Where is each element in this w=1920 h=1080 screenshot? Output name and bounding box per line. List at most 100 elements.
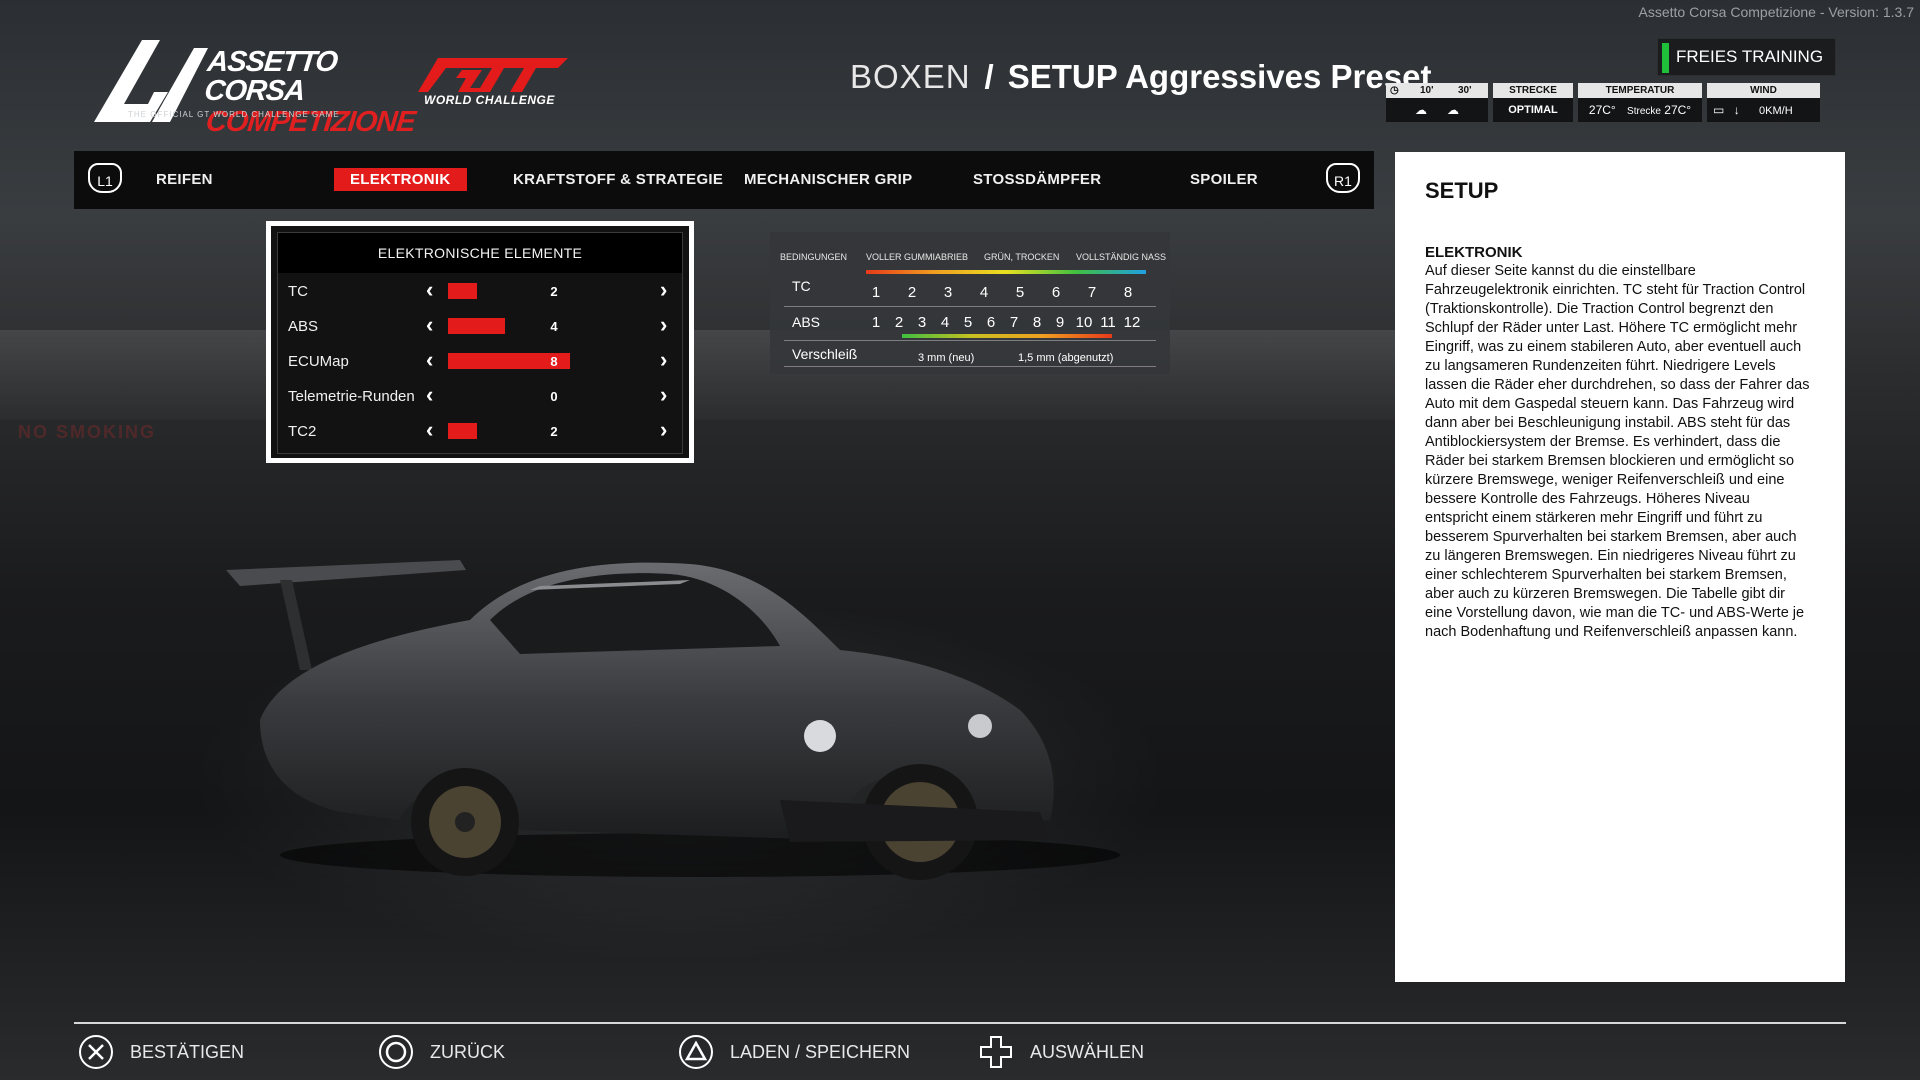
tc-label: TC (792, 278, 811, 294)
increase-chevron-icon[interactable]: › (660, 417, 667, 443)
back-label: ZURÜCK (430, 1042, 505, 1062)
forecast-30: 30' (1458, 85, 1472, 96)
decrease-chevron-icon[interactable]: ‹ (426, 382, 433, 408)
value-bar (448, 388, 598, 404)
tc-value: 2 (907, 284, 917, 301)
forecast-10: 10' (1420, 85, 1434, 96)
setting-label: Telemetrie-Runden (288, 388, 415, 405)
tc-value: 1 (871, 284, 881, 301)
abs-condition-gradient (902, 334, 1112, 338)
track-temperature: 27C° (1664, 103, 1692, 117)
footer-divider (74, 1022, 1846, 1024)
tc-abs-reference-table: BEDINGUNGEN VOLLER GUMMIABRIEB GRÜN, TRO… (770, 232, 1170, 374)
tc-condition-gradient (866, 270, 1146, 274)
abs-value: 6 (986, 314, 996, 331)
car-preview (226, 560, 1120, 880)
decrease-chevron-icon[interactable]: ‹ (426, 347, 433, 373)
increase-chevron-icon[interactable]: › (660, 382, 667, 408)
weather-widget: ◷ 10' 30' ☁ ☁ STRECKE OPTIMAL TEMPERATUR … (1386, 83, 1820, 123)
track-cell: STRECKE OPTIMAL (1493, 83, 1573, 123)
decrease-chevron-icon[interactable]: ‹ (426, 417, 433, 443)
l1-button[interactable]: L1 (88, 163, 122, 193)
breadcrumb-section: BOXEN (850, 58, 971, 95)
tc-value: 5 (1015, 284, 1025, 301)
forecast-cell: ◷ 10' 30' ☁ ☁ (1386, 83, 1488, 123)
tc-value: 8 (1123, 284, 1133, 301)
logo-wordmark: ASSETTO CORSA COMPETIZIONE (202, 46, 417, 138)
setting-label: ABS (288, 318, 319, 335)
cloud-icon: ☁ (1447, 103, 1459, 117)
abs-value: 9 (1055, 314, 1065, 331)
info-description: Auf dieser Seite kannst du die einstellb… (1425, 263, 1810, 640)
setup-tab-bar: L1 REIFEN ELEKTRONIK KRAFTSTOFF & STRATE… (74, 151, 1374, 209)
setting-row-abs[interactable]: ABS ‹ 4 › (278, 310, 682, 345)
wind-direction-icon: ↓ (1733, 103, 1740, 117)
electronics-panel: ELEKTRONISCHE ELEMENTE TC ‹ 2 › ABS ‹ 4 … (266, 221, 694, 463)
temperature-label: TEMPERATUR (1578, 83, 1702, 98)
session-badge: FREIES TRAINING (1657, 38, 1837, 76)
dpad-icon (980, 1036, 1012, 1068)
r1-button[interactable]: R1 (1326, 163, 1360, 193)
logo-line-1: ASSETTO CORSA (202, 46, 339, 107)
triangle-button-icon (679, 1035, 713, 1069)
abs-value: 4 (940, 314, 950, 331)
value-bar-fill (448, 423, 477, 439)
track-temperature-label: Strecke (1627, 106, 1661, 117)
abs-value: 11 (1100, 314, 1116, 331)
tc-value: 3 (943, 284, 953, 301)
increase-chevron-icon[interactable]: › (660, 312, 667, 338)
value-bar (448, 283, 598, 299)
value-bar-fill (448, 318, 505, 334)
table-divider (784, 366, 1156, 367)
setup-name: SETUP Aggressives Preset (1007, 58, 1432, 95)
wear-label: Verschleiß (792, 346, 858, 362)
confirm-label: BESTÄTIGEN (130, 1042, 245, 1062)
tab-kraftstoff-strategie[interactable]: KRAFTSTOFF & STRATEGIE (497, 168, 739, 191)
circle-button-icon (379, 1035, 413, 1069)
breadcrumb-separator: / (984, 58, 994, 95)
tab-stossdaempfer[interactable]: STOSSDÄMPFER (957, 168, 1117, 191)
logo-tagline: THE OFFICIAL GT WORLD CHALLENGE GAME (128, 110, 340, 119)
background-sign: NO SMOKING (18, 422, 157, 442)
increase-chevron-icon[interactable]: › (660, 277, 667, 303)
condition-full-rubber: VOLLER GUMMIABRIEB (866, 252, 969, 262)
setting-label: TC (288, 283, 308, 300)
setting-value: 4 (550, 319, 558, 334)
tab-elektronik[interactable]: ELEKTRONIK (334, 168, 467, 191)
wear-used: 1,5 mm (abgenutzt) (1018, 352, 1114, 364)
clock-icon: ◷ (1390, 85, 1399, 96)
cloud-icon: ☁ (1415, 103, 1427, 117)
track-label: STRECKE (1493, 83, 1573, 98)
tc-value: 7 (1087, 284, 1097, 301)
abs-value: 1 (871, 314, 881, 331)
tab-mechanischer-grip[interactable]: MECHANISCHER GRIP (728, 168, 928, 191)
value-bar-fill (448, 283, 477, 299)
cross-button-icon (79, 1035, 113, 1069)
setting-row-tc2[interactable]: TC2 ‹ 2 › (278, 415, 682, 450)
abs-value: 5 (963, 314, 973, 331)
setting-row-ecumap[interactable]: ECUMap ‹ 8 › (278, 345, 682, 380)
setting-row-telemetry-laps[interactable]: Telemetrie-Runden ‹ 0 › (278, 380, 682, 415)
tab-reifen[interactable]: REIFEN (140, 168, 229, 191)
setting-value: 8 (550, 354, 558, 369)
gt-subtitle: WORLD CHALLENGE (424, 93, 555, 107)
setting-row-tc[interactable]: TC ‹ 2 › (278, 275, 682, 310)
decrease-chevron-icon[interactable]: ‹ (426, 277, 433, 303)
wind-value: 0KM/H (1759, 105, 1793, 117)
tab-spoiler[interactable]: SPOILER (1174, 168, 1274, 191)
background-track (0, 330, 1400, 420)
wind-cell: WIND ▭ ↓ 0KM/H (1707, 83, 1820, 123)
abs-value: 3 (917, 314, 927, 331)
increase-chevron-icon[interactable]: › (660, 347, 667, 373)
abs-value: 12 (1123, 314, 1141, 331)
decrease-chevron-icon[interactable]: ‹ (426, 312, 433, 338)
abs-label: ABS (792, 314, 821, 330)
wind-strength-icon: ▭ (1713, 103, 1725, 117)
abs-value: 2 (894, 314, 904, 331)
wear-new: 3 mm (neu) (918, 352, 975, 364)
tc-value: 6 (1051, 284, 1061, 301)
abs-value: 7 (1009, 314, 1019, 331)
table-divider (784, 306, 1156, 307)
acc-logo: ASSETTO CORSA COMPETIZIONE THE OFFICIAL … (90, 34, 416, 138)
air-temperature: 27C° (1588, 103, 1616, 117)
